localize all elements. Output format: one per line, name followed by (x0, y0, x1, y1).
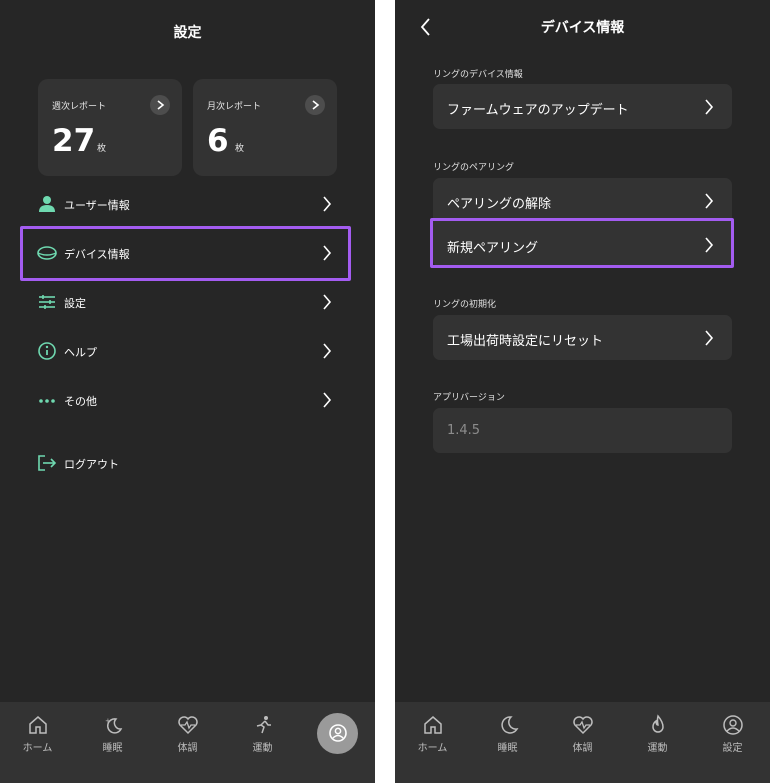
menu-item-settings[interactable]: 設定 (24, 284, 344, 320)
chevron-right-icon[interactable] (150, 95, 170, 115)
monthly-report-unit: 枚 (235, 144, 245, 154)
tab-bar: ホーム + 睡眠 体調 運動 (0, 702, 375, 783)
chevron-right-icon (322, 293, 332, 315)
tab-condition[interactable]: 体調 (545, 702, 620, 783)
home-icon (422, 714, 444, 736)
tab-exercise[interactable]: 運動 (225, 702, 300, 783)
logout-button[interactable]: ログアウト (24, 445, 344, 481)
chevron-right-icon (704, 192, 714, 214)
app-version-row: 1.4.5 (433, 408, 732, 453)
profile-icon (328, 723, 350, 745)
tab-condition[interactable]: 体調 (150, 702, 225, 783)
page-title: 設定 (173, 25, 202, 41)
chevron-right-icon (704, 329, 714, 351)
page-title: デバイス情報 (540, 20, 625, 36)
row-label: ファームウェアのアップデート (447, 103, 629, 118)
moon-icon (497, 714, 519, 736)
heart-pulse-icon (572, 714, 594, 736)
section-label-device-info: リングのデバイス情報 (433, 70, 523, 80)
tab-label: 設定 (722, 743, 743, 754)
weekly-report-label: 週次レポート (52, 102, 107, 112)
sliders-icon (37, 293, 57, 311)
user-icon (37, 195, 57, 213)
weekly-report-card[interactable]: 週次レポート 27 枚 (38, 79, 182, 176)
section-label-pairing: リングのペアリング (433, 163, 515, 173)
tab-label: ホーム (22, 743, 53, 754)
tab-label: 体調 (572, 743, 593, 754)
monthly-report-label: 月次レポート (207, 102, 262, 112)
tab-settings[interactable]: 設定 (695, 702, 770, 783)
tab-label: 睡眠 (497, 743, 518, 754)
tab-label: 体調 (177, 743, 198, 754)
section-label-reset: リングの初期化 (433, 300, 497, 310)
svg-text:+: + (105, 717, 111, 725)
menu-item-label: ユーザー情報 (64, 199, 130, 212)
unpair-row[interactable]: ペアリングの解除 (433, 178, 732, 223)
highlight-box (430, 218, 734, 268)
firmware-update-row[interactable]: ファームウェアのアップデート (433, 84, 732, 129)
profile-icon (722, 714, 744, 736)
logout-label: ログアウト (64, 458, 119, 471)
menu-item-user-info[interactable]: ユーザー情報 (24, 186, 344, 222)
chevron-right-icon (322, 391, 332, 413)
tab-home[interactable]: ホーム (395, 702, 470, 783)
highlight-box (20, 226, 351, 281)
weekly-report-count: 27 (52, 123, 96, 159)
tab-label: 運動 (252, 743, 273, 754)
menu-item-help[interactable]: ヘルプ (24, 333, 344, 369)
info-icon (37, 342, 57, 360)
more-icon (37, 391, 57, 409)
chevron-right-icon (322, 342, 332, 364)
weekly-report-unit: 枚 (97, 144, 107, 154)
logout-icon (37, 454, 57, 472)
tab-sleep[interactable]: + 睡眠 (75, 702, 150, 783)
chevron-right-icon (322, 195, 332, 217)
monthly-report-count: 6 (207, 123, 229, 159)
tab-label: ホーム (417, 743, 448, 754)
menu-item-other[interactable]: その他 (24, 382, 344, 418)
menu-item-label: ヘルプ (64, 346, 97, 359)
tab-bar: ホーム 睡眠 体調 運動 設定 (395, 702, 770, 783)
menu-item-label: その他 (64, 395, 97, 408)
moon-icon: + (102, 714, 124, 736)
flame-icon (647, 714, 669, 736)
tab-sleep[interactable]: 睡眠 (470, 702, 545, 783)
tab-label: 睡眠 (102, 743, 123, 754)
monthly-report-card[interactable]: 月次レポート 6 枚 (193, 79, 337, 176)
menu-item-label: 設定 (64, 297, 86, 310)
settings-screen: 設定 週次レポート 27 枚 月次レポート 6 枚 ユーザー情報 デバイス情報 (0, 0, 375, 783)
section-label-app-version: アプリバージョン (433, 393, 505, 403)
row-label: ペアリングの解除 (447, 197, 552, 212)
row-label: 工場出荷時設定にリセット (447, 334, 604, 349)
heart-pulse-icon (177, 714, 199, 736)
app-version-value: 1.4.5 (447, 423, 481, 438)
tab-label: 運動 (647, 743, 668, 754)
home-icon (27, 714, 49, 736)
tab-exercise[interactable]: 運動 (620, 702, 695, 783)
runner-icon (252, 714, 274, 736)
device-info-screen: デバイス情報 リングのデバイス情報 ファームウェアのアップデート リングのペアリ… (395, 0, 770, 783)
tab-home[interactable]: ホーム (0, 702, 75, 783)
tab-settings[interactable] (300, 702, 375, 783)
chevron-right-icon (704, 98, 714, 120)
factory-reset-row[interactable]: 工場出荷時設定にリセット (433, 315, 732, 360)
chevron-right-icon[interactable] (305, 95, 325, 115)
